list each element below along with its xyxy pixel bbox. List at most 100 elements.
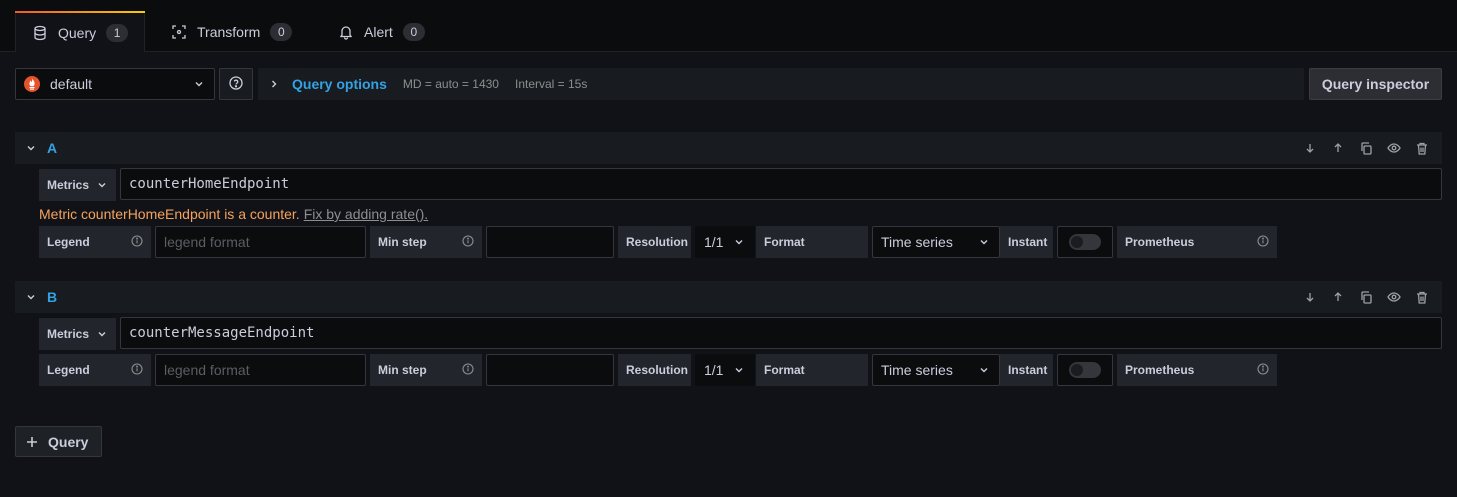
metrics-label: Metrics: [47, 327, 90, 341]
datasource-help-button[interactable]: [219, 68, 253, 100]
info-circle-icon[interactable]: [131, 363, 143, 375]
min-step-input[interactable]: [486, 226, 614, 258]
instant-toggle[interactable]: [1057, 354, 1113, 386]
chevron-down-icon: [734, 237, 744, 247]
legend-format-input[interactable]: legend format: [155, 226, 366, 258]
bell-icon: [338, 24, 354, 40]
format-select[interactable]: Time series: [872, 226, 1000, 258]
warning-text: Metric counterHomeEndpoint is a counter.: [39, 206, 300, 222]
min-step-label: Min step: [370, 354, 482, 386]
duplicate-icon[interactable]: [1352, 141, 1380, 155]
datasource-value: default: [50, 76, 93, 92]
toggle-knob: [1071, 236, 1083, 248]
metrics-label: Metrics: [47, 178, 90, 192]
duplicate-icon[interactable]: [1352, 290, 1380, 304]
tab-transform[interactable]: Transform 0: [155, 11, 308, 52]
plus-icon: [26, 436, 38, 448]
min-step-label-text: Min step: [378, 235, 427, 249]
collapse-chevron-icon[interactable]: [15, 143, 47, 153]
info-circle-icon[interactable]: [462, 363, 474, 375]
toggle-track: [1069, 234, 1101, 250]
eye-icon[interactable]: [1380, 142, 1408, 154]
legend-label: Legend: [39, 354, 151, 386]
query-options-md: MD = auto = 1430: [402, 77, 499, 91]
query-row-actions: [1296, 281, 1436, 313]
query-row-header-a: A: [15, 132, 1442, 164]
resolution-label: Resolution: [618, 354, 691, 386]
chevron-down-icon: [97, 180, 107, 190]
info-circle-icon[interactable]: [1257, 235, 1269, 247]
tab-query[interactable]: Query 1: [15, 11, 146, 52]
move-down-icon[interactable]: [1296, 291, 1324, 303]
query-options-title: Query options: [292, 76, 387, 92]
move-up-icon[interactable]: [1324, 291, 1352, 303]
legend-format-input[interactable]: legend format: [155, 354, 366, 386]
tab-alert-count: 0: [402, 22, 425, 41]
prometheus-label-text: Prometheus: [1125, 235, 1195, 249]
fix-add-rate-link[interactable]: Fix by adding rate().: [304, 206, 429, 222]
trash-icon[interactable]: [1408, 291, 1436, 304]
tab-transform-label: Transform: [197, 23, 261, 40]
question-circle-icon: [229, 75, 243, 93]
toggle-knob: [1071, 364, 1083, 376]
min-step-label: Min step: [370, 226, 482, 258]
add-query-button[interactable]: Query: [15, 426, 102, 457]
tab-query-label: Query: [58, 24, 97, 41]
chevron-right-icon: [270, 79, 278, 89]
metrics-browser-button[interactable]: Metrics: [39, 318, 116, 350]
legend-label: Legend: [39, 226, 151, 258]
info-circle-icon[interactable]: [131, 235, 143, 247]
prometheus-label-text: Prometheus: [1125, 363, 1195, 377]
instant-label: Instant: [1000, 354, 1053, 386]
tab-alert[interactable]: Alert 0: [322, 11, 441, 52]
legend-placeholder: legend format: [164, 362, 250, 378]
metrics-query-input[interactable]: counterMessageEndpoint: [120, 317, 1442, 349]
chevron-down-icon: [194, 76, 204, 92]
metrics-browser-button[interactable]: Metrics: [39, 169, 116, 201]
resolution-value: 1/1: [704, 362, 724, 378]
query-options-interval: Interval = 15s: [514, 77, 588, 91]
info-circle-icon[interactable]: [1257, 363, 1269, 375]
resolution-value: 1/1: [704, 234, 724, 250]
tab-transform-count: 0: [270, 22, 293, 41]
instant-toggle[interactable]: [1057, 226, 1113, 258]
legend-label-text: Legend: [47, 235, 90, 249]
query-ref-id[interactable]: B: [47, 289, 57, 305]
trash-icon[interactable]: [1408, 142, 1436, 155]
add-query-label: Query: [48, 433, 89, 450]
move-up-icon[interactable]: [1324, 142, 1352, 154]
chevron-down-icon: [97, 329, 107, 339]
query-inspector-button[interactable]: Query inspector: [1309, 68, 1442, 100]
resolution-select[interactable]: 1/1: [695, 354, 755, 386]
query-options-bar[interactable]: Query options MD = auto = 1430 Interval …: [258, 68, 1304, 100]
database-icon: [32, 25, 48, 41]
format-label: Format: [756, 354, 868, 386]
move-down-icon[interactable]: [1296, 142, 1324, 154]
format-label: Format: [756, 226, 868, 258]
prometheus-help-label: Prometheus: [1117, 226, 1277, 258]
tab-query-count: 1: [106, 23, 129, 42]
counter-warning: Metric counterHomeEndpoint is a counter.…: [39, 206, 428, 222]
format-value: Time series: [881, 234, 953, 250]
info-circle-icon[interactable]: [462, 235, 474, 247]
chevron-down-icon: [979, 365, 989, 375]
toggle-track: [1069, 362, 1101, 378]
query-ref-id[interactable]: A: [47, 140, 57, 156]
collapse-chevron-icon[interactable]: [15, 292, 47, 302]
query-row-header-b: B: [15, 281, 1442, 313]
tab-alert-label: Alert: [364, 23, 393, 40]
prometheus-logo-icon: [24, 76, 40, 92]
editor-tab-bar: Query 1 Transform 0 Alert 0: [0, 0, 1457, 52]
format-value: Time series: [881, 362, 953, 378]
legend-placeholder: legend format: [164, 234, 250, 250]
datasource-picker[interactable]: default: [15, 68, 215, 100]
transform-icon: [171, 24, 187, 40]
min-step-input[interactable]: [486, 354, 614, 386]
eye-icon[interactable]: [1380, 291, 1408, 303]
format-select[interactable]: Time series: [872, 354, 1000, 386]
resolution-select[interactable]: 1/1: [695, 226, 755, 258]
legend-label-text: Legend: [47, 363, 90, 377]
chevron-down-icon: [979, 237, 989, 247]
instant-label: Instant: [1000, 226, 1053, 258]
metrics-query-input[interactable]: counterHomeEndpoint: [120, 168, 1442, 200]
